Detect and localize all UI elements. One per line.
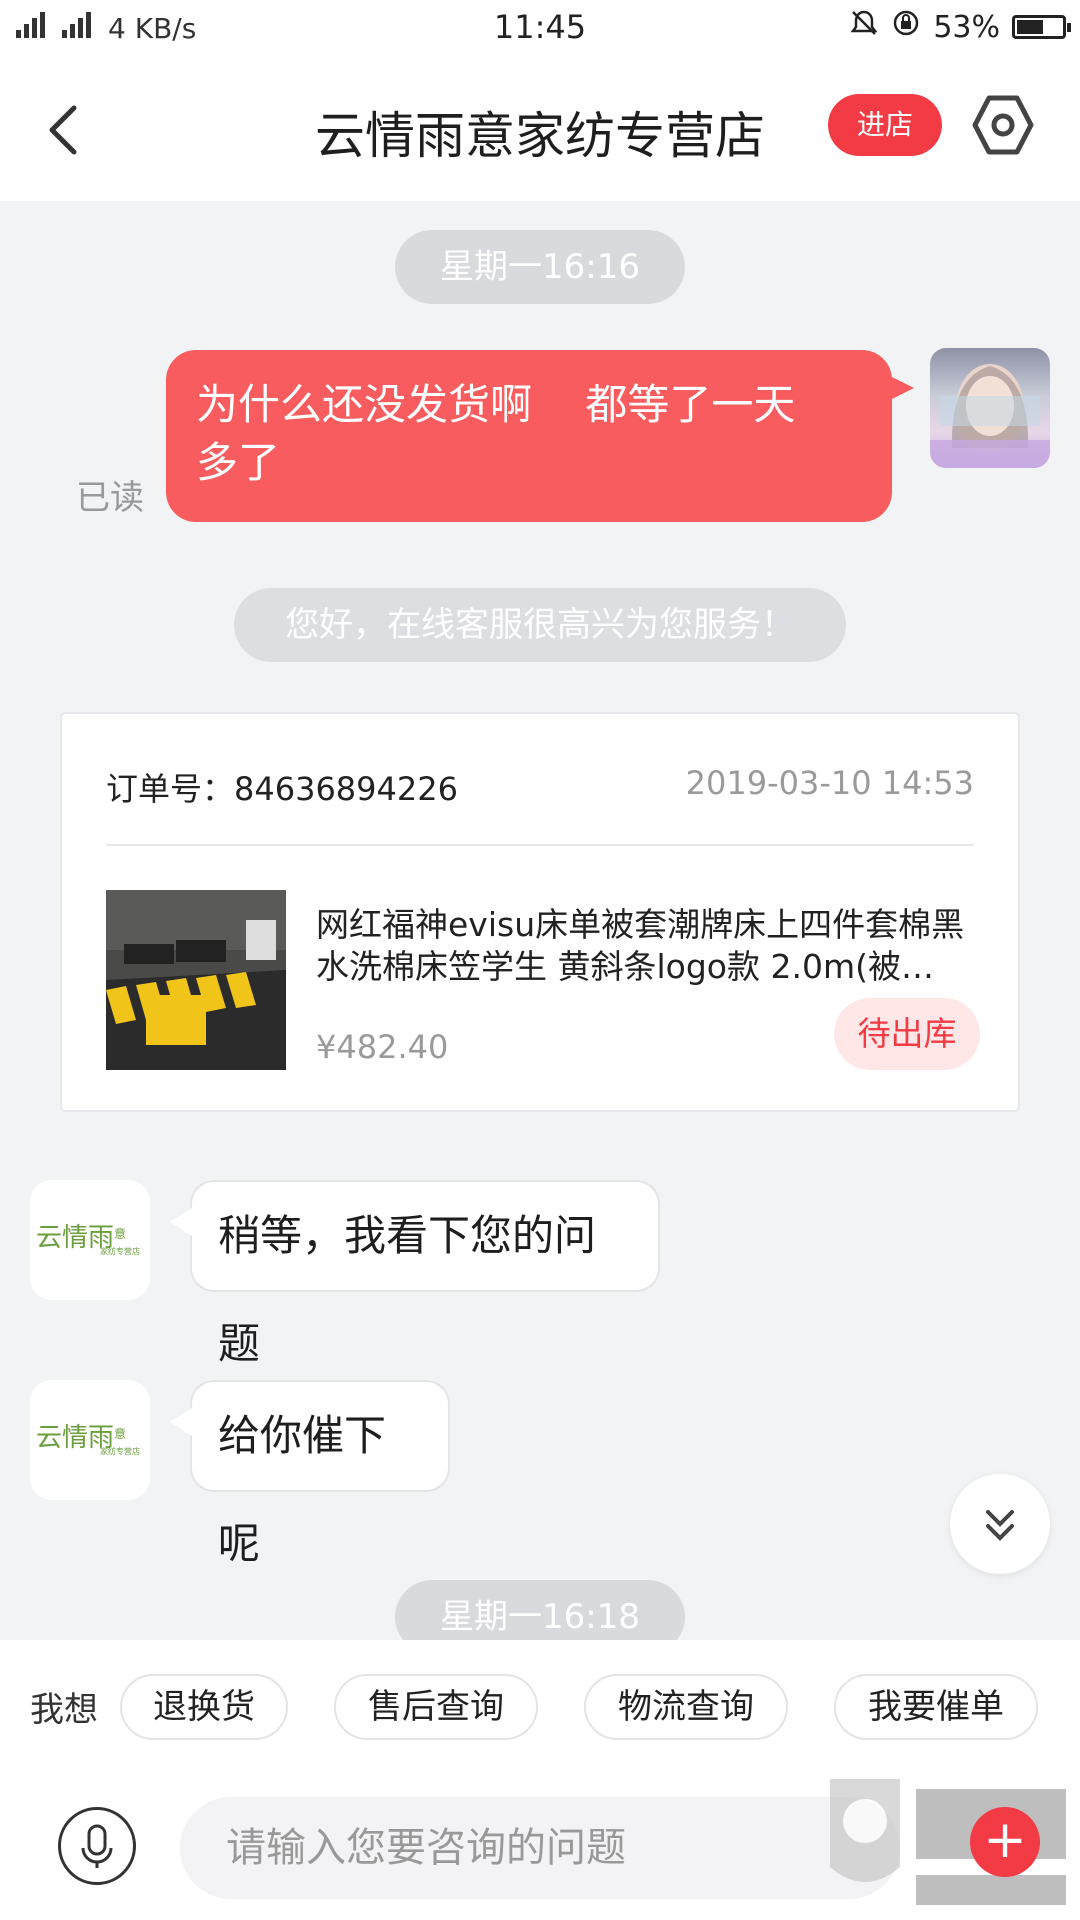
store-avatar[interactable]: 云情雨 意 家纺专营店 (30, 1380, 150, 1500)
chat-header: 云情雨意家纺专营店 进店 (0, 56, 1080, 201)
status-bar: 4 KB/s 11:45 53% (0, 0, 1080, 56)
message-input[interactable] (180, 1797, 900, 1899)
quick-action-label: 我想 (30, 1690, 98, 1730)
order-card[interactable]: 订单号：84636894226 2019-03-10 14:53 网红福神evi… (60, 712, 1020, 1112)
store-avatar[interactable]: 云情雨 意 家纺专营店 (30, 1180, 150, 1300)
order-number: 订单号：84636894226 (106, 770, 458, 808)
input-bar: + (0, 1765, 1080, 1920)
watermark-logo (830, 1779, 1066, 1905)
order-time: 2019-03-10 14:53 (685, 764, 974, 802)
plus-icon[interactable]: + (970, 1807, 1040, 1877)
order-status-badge: 待出库 (834, 998, 980, 1070)
svg-text:意: 意 (114, 1226, 126, 1241)
agent-message-bubble[interactable]: 稍等，我看下您的问题 (170, 1180, 660, 1368)
mute-bell-icon (849, 8, 879, 46)
settings-hexagon-icon[interactable] (970, 92, 1036, 158)
divider (106, 844, 974, 846)
enter-store-button[interactable]: 进店 (828, 94, 942, 156)
double-chevron-down-icon (986, 1510, 1014, 1541)
quick-chip-urge[interactable]: 我要催单 (834, 1674, 1038, 1740)
time-divider: 星期一16:16 (395, 230, 685, 304)
quick-chip-return[interactable]: 退换货 (120, 1674, 288, 1740)
quick-chip-logistics[interactable]: 物流查询 (584, 1674, 788, 1740)
product-title-line1: 网红福神evisu床单被套潮牌床上四件套棉黑 (316, 905, 965, 944)
product-title-line2: 水洗棉床笠学生 黄斜条logo款 2.0m(被… (316, 947, 934, 986)
microphone-icon[interactable] (58, 1807, 136, 1885)
battery-percent: 53% (933, 9, 1000, 45)
status-right: 53% (849, 8, 1071, 46)
quick-chip-aftersale[interactable]: 售后查询 (334, 1674, 538, 1740)
my-message-bubble[interactable]: 为什么还没发货啊 都等了一天 多了 (166, 350, 914, 522)
product-title[interactable]: 网红福神evisu床单被套潮牌床上四件套棉黑 水洗棉床笠学生 黄斜条logo款 … (316, 904, 996, 988)
svg-text:家纺专营店: 家纺专营店 (100, 1246, 140, 1256)
quick-action-bar: 我想 退换货 售后查询 物流查询 我要催单 (0, 1640, 1080, 1765)
product-image[interactable] (106, 890, 286, 1070)
user-avatar[interactable] (930, 348, 1050, 468)
read-status: 已读 (76, 478, 144, 518)
system-greeting: 您好，在线客服很高兴为您服务！ (234, 588, 846, 662)
product-price: ¥482.40 (316, 1028, 449, 1066)
agent-message-bubble[interactable]: 给你催下呢 (170, 1380, 450, 1568)
svg-text:意: 意 (114, 1426, 126, 1441)
scroll-to-bottom-button[interactable] (950, 1474, 1050, 1574)
rotation-lock-icon (891, 8, 921, 46)
svg-text:家纺专营店: 家纺专营店 (100, 1446, 140, 1456)
battery-icon (1012, 15, 1071, 39)
